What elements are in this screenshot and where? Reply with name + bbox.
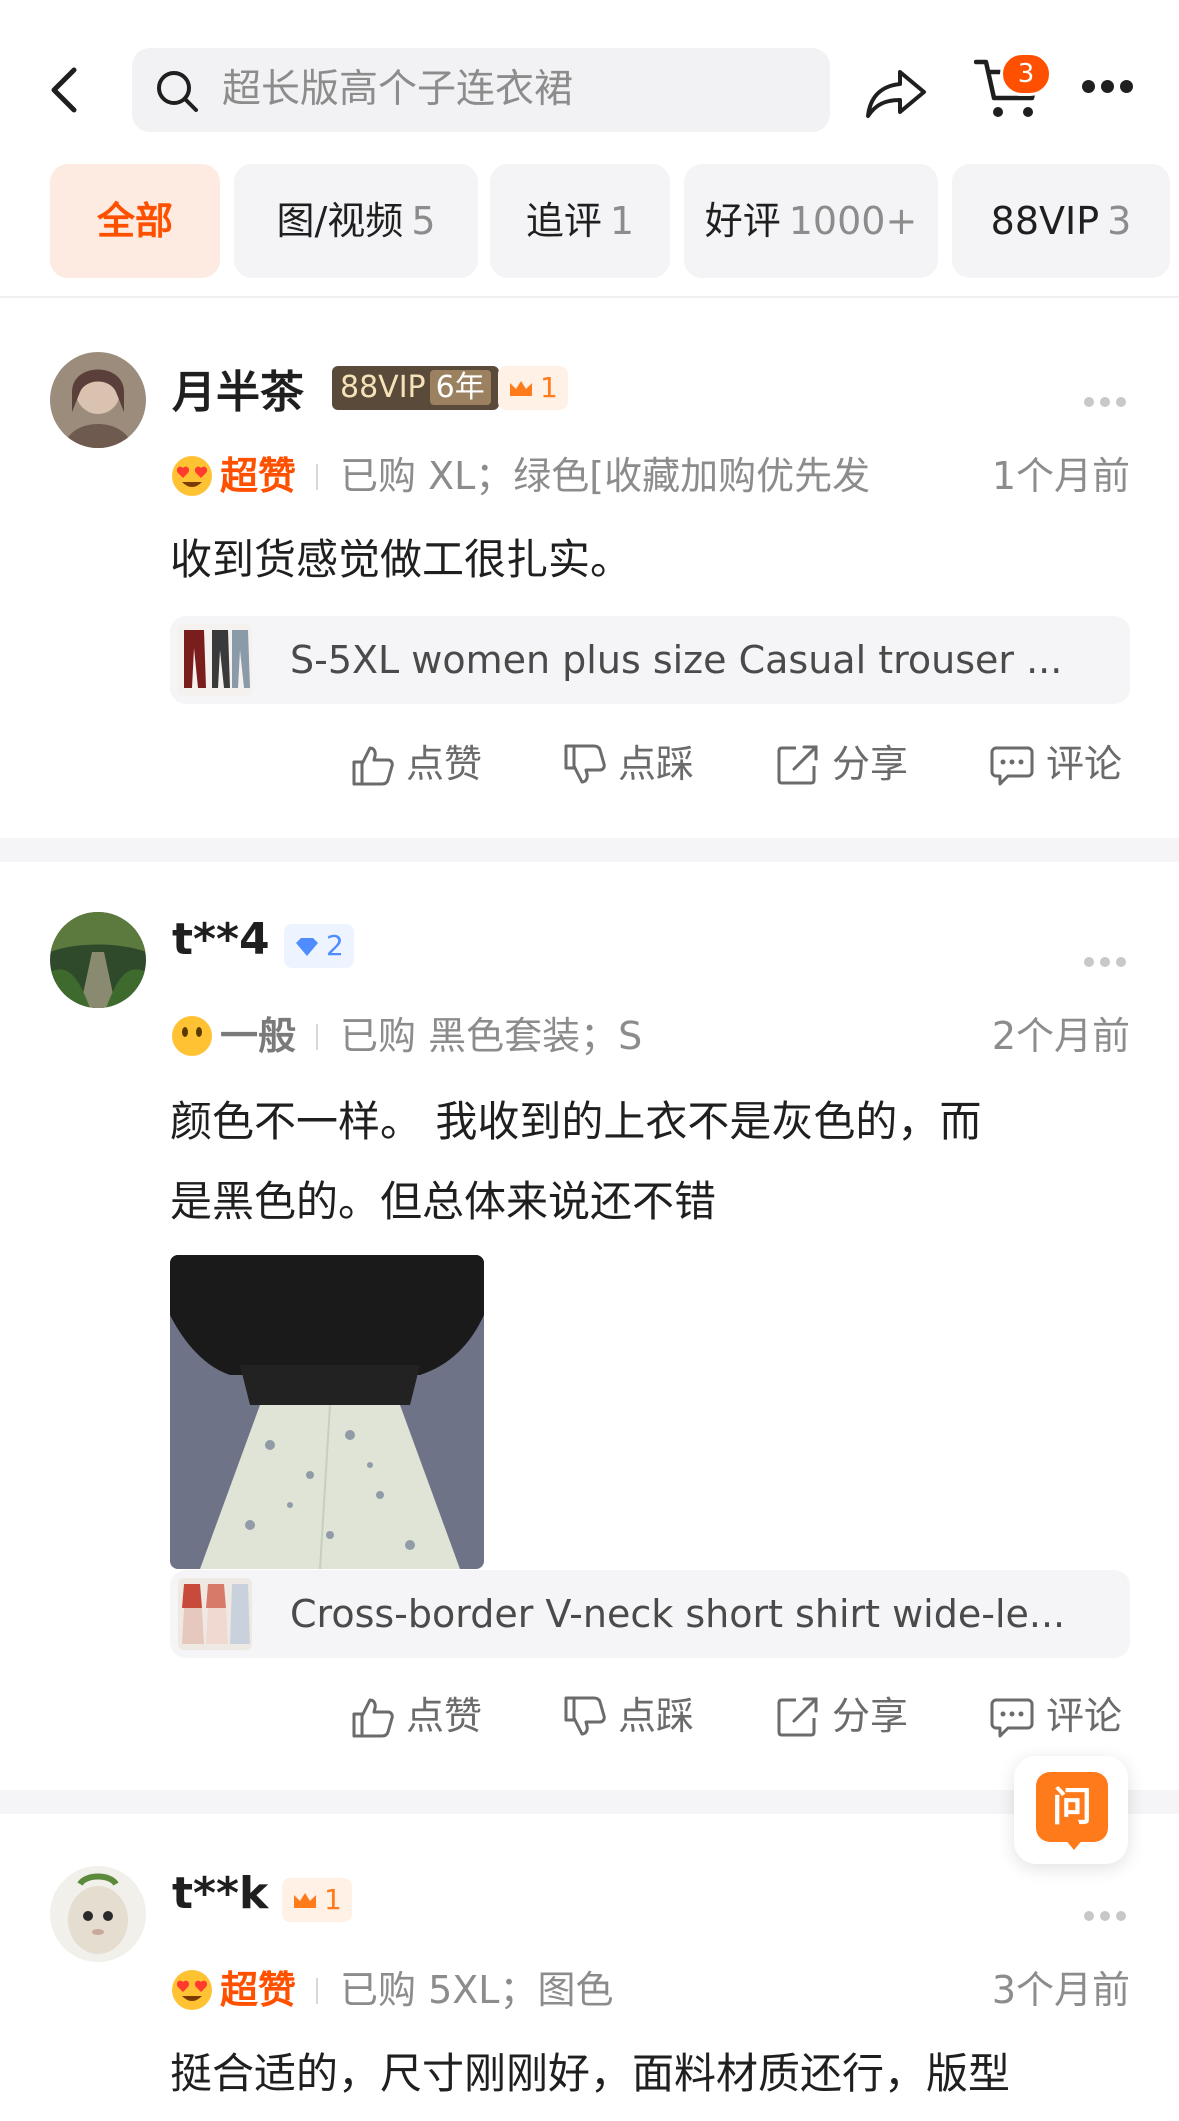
comment-icon bbox=[990, 746, 1034, 786]
review-more-icon[interactable] bbox=[1084, 392, 1132, 407]
rating-label: 超赞 bbox=[220, 1968, 297, 2012]
username[interactable]: 月半茶 bbox=[172, 356, 304, 420]
crown-icon bbox=[510, 381, 532, 396]
share-icon[interactable] bbox=[864, 66, 928, 120]
username[interactable]: t**k bbox=[172, 1868, 268, 1919]
section-divider bbox=[0, 1790, 1179, 1814]
review-filter-tabs: 全部 图/视频 5 追评 1 好评 1000+ 88VIP 3 bbox=[0, 164, 1179, 278]
avatar[interactable] bbox=[50, 352, 146, 448]
back-arrow-icon[interactable] bbox=[44, 62, 88, 118]
review-text: 挺合适的，尺寸刚刚好，面料材质还行，版型 bbox=[170, 2049, 1011, 2098]
avatar[interactable] bbox=[50, 912, 146, 1008]
product-thumbnail bbox=[178, 1578, 252, 1650]
tab-all[interactable]: 全部 bbox=[50, 164, 220, 278]
purchase-variant: 已购 XL；绿色[收藏加购优先发 bbox=[340, 454, 871, 498]
review-time: 1个月前 bbox=[991, 454, 1130, 498]
heart-eyes-emoji-icon bbox=[172, 456, 212, 496]
tab-follow-up[interactable]: 追评 1 bbox=[490, 164, 670, 278]
product-link[interactable]: Cross-border V-neck short shirt wide-le.… bbox=[170, 1570, 1130, 1658]
vip-badge: 88VIP 6年 bbox=[332, 366, 499, 410]
review-photo[interactable] bbox=[170, 1255, 484, 1569]
review-meta: 一般 已购 黑色套装；S 2个月前 bbox=[170, 1008, 1130, 1064]
search-icon bbox=[154, 68, 200, 114]
comment-icon bbox=[990, 1698, 1034, 1738]
search-query-text: 超长版高个子连衣裙 bbox=[222, 67, 574, 112]
user-level-badge: 1 bbox=[282, 1878, 352, 1922]
more-options-icon[interactable] bbox=[1082, 78, 1142, 102]
ask-question-button[interactable]: 问 bbox=[1014, 1756, 1128, 1864]
heart-eyes-emoji-icon bbox=[172, 1970, 212, 2010]
review-meta: 超赞 已购 5XL；图色 3个月前 bbox=[170, 1962, 1130, 2018]
rating-label: 超赞 bbox=[220, 454, 297, 498]
review-text: 颜色不一样。 我收到的上衣不是灰色的，而 是黑色的。但总体来说还不错 bbox=[170, 1097, 982, 1226]
user-level-badge: 1 bbox=[498, 366, 568, 410]
purchase-variant: 已购 5XL；图色 bbox=[340, 1968, 614, 2012]
search-input[interactable]: 超长版高个子连衣裙 bbox=[132, 48, 830, 132]
review-text: 收到货感觉做工很扎实。 bbox=[170, 535, 633, 584]
purchase-variant: 已购 黑色套装；S bbox=[340, 1014, 643, 1058]
product-title: S-5XL women plus size Casual trouser ... bbox=[290, 638, 1063, 682]
diamond-icon bbox=[296, 938, 318, 956]
review-time: 3个月前 bbox=[991, 1968, 1130, 2012]
user-level-badge: 2 bbox=[284, 924, 354, 968]
thumbs-up-icon bbox=[352, 746, 394, 786]
tab-photo-video[interactable]: 图/视频 5 bbox=[234, 164, 478, 278]
product-title: Cross-border V-neck short shirt wide-le.… bbox=[290, 1592, 1066, 1636]
neutral-face-emoji-icon bbox=[172, 1016, 212, 1056]
product-link[interactable]: S-5XL women plus size Casual trouser ... bbox=[170, 616, 1130, 704]
username[interactable]: t**4 bbox=[172, 914, 270, 965]
thumbs-down-icon bbox=[564, 744, 606, 784]
review-actions: 点赞 点踩 分享 评论 bbox=[350, 734, 1130, 794]
thumbs-up-icon bbox=[352, 1698, 394, 1738]
top-bar: 超长版高个子连衣裙 3 bbox=[0, 0, 1179, 160]
product-thumbnail bbox=[178, 624, 252, 696]
review-more-icon[interactable] bbox=[1084, 952, 1132, 967]
review-meta: 超赞 已购 XL；绿色[收藏加购优先发 1个月前 bbox=[170, 448, 1130, 504]
review-more-icon[interactable] bbox=[1084, 1906, 1132, 1921]
avatar[interactable] bbox=[50, 1866, 146, 1962]
crown-icon bbox=[294, 1893, 316, 1908]
thumbs-down-icon bbox=[564, 1696, 606, 1736]
share-out-icon bbox=[777, 1697, 818, 1737]
rating-label: 一般 bbox=[220, 1014, 297, 1058]
section-divider bbox=[0, 838, 1179, 862]
review-actions: 点赞 点踩 分享 评论 bbox=[350, 1686, 1130, 1746]
share-out-icon bbox=[777, 745, 818, 785]
ask-icon: 问 bbox=[1036, 1772, 1108, 1842]
cart-count-badge: 3 bbox=[1000, 52, 1052, 96]
tab-88vip[interactable]: 88VIP 3 bbox=[952, 164, 1170, 278]
tab-positive[interactable]: 好评 1000+ bbox=[684, 164, 938, 278]
divider bbox=[0, 296, 1179, 298]
review-time: 2个月前 bbox=[991, 1014, 1130, 1058]
